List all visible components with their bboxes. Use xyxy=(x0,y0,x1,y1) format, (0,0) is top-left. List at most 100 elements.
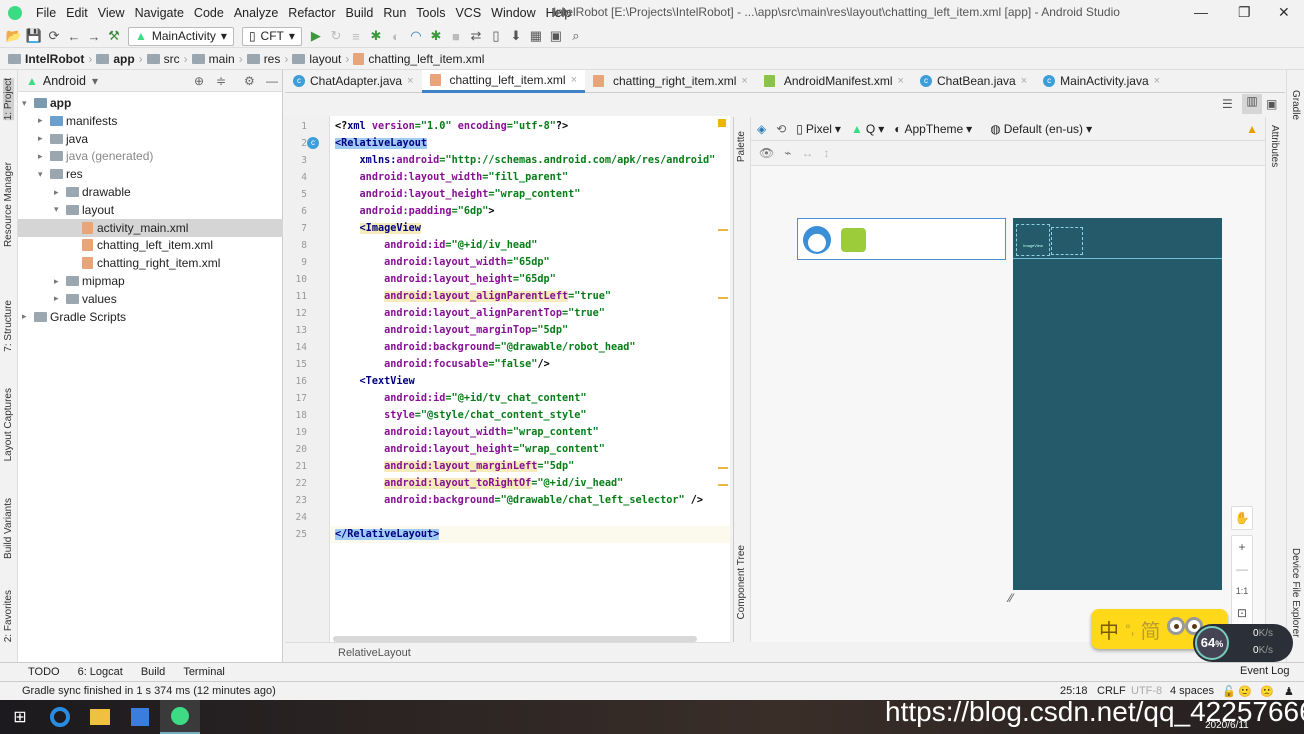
avd-manager-icon[interactable]: ▯ xyxy=(486,28,506,44)
gear-icon[interactable]: ⚙ xyxy=(244,74,255,88)
tool-event-log[interactable]: Event Log xyxy=(1238,664,1292,678)
sync-icon[interactable]: ⟳ xyxy=(44,28,64,44)
vs-app-icon[interactable] xyxy=(120,700,160,734)
editor-breadcrumb[interactable]: RelativeLayout xyxy=(285,642,730,662)
minimize-button[interactable]: — xyxy=(1194,4,1208,20)
menu-edit[interactable]: Edit xyxy=(66,6,88,20)
hide-icon[interactable]: — xyxy=(266,74,278,88)
code-line[interactable]: android:layout_width="wrap_content" xyxy=(335,424,599,441)
tool-terminal[interactable]: Terminal xyxy=(183,666,225,678)
close-icon[interactable]: × xyxy=(1021,75,1027,87)
device-select[interactable]: ▯ Pixel ▾ xyxy=(796,122,841,136)
zoom-fit-icon[interactable]: ⊡ xyxy=(1232,602,1252,624)
tree-item[interactable]: ▸ mipmap xyxy=(18,272,283,290)
breadcrumb-item[interactable]: chatting_left_item.xml xyxy=(368,52,484,66)
orientation-icon[interactable]: ⟲ xyxy=(776,122,786,136)
menu-vcs[interactable]: VCS xyxy=(455,6,481,20)
code-line[interactable]: android:layout_marginLeft="5dp" xyxy=(335,458,574,475)
tab-mainactivity-java[interactable]: c MainActivity.java × xyxy=(1035,70,1168,93)
search-icon[interactable]: ⌕ xyxy=(566,28,586,44)
eye-icon[interactable]: 👁 xyxy=(759,146,774,160)
expand-arrow-icon[interactable]: ▸ xyxy=(38,151,50,162)
tree-item[interactable]: ▸ java xyxy=(18,130,283,148)
close-icon[interactable]: × xyxy=(407,75,413,87)
project-view-select[interactable]: Android xyxy=(43,74,86,88)
breadcrumb-item[interactable]: IntelRobot xyxy=(25,52,84,66)
expand-arrow-icon[interactable]: ▾ xyxy=(38,169,50,180)
warning-icon[interactable]: ▲ xyxy=(1246,122,1258,136)
hammer-build-icon[interactable]: ⚒ xyxy=(104,28,124,44)
tree-item[interactable]: activity_main.xml xyxy=(18,218,283,237)
menu-build[interactable]: Build xyxy=(346,6,374,20)
menu-navigate[interactable]: Navigate xyxy=(135,6,184,20)
tree-item[interactable]: ▾ res xyxy=(18,165,283,183)
code-line[interactable]: android:layout_width="65dp" xyxy=(335,254,550,271)
menu-window[interactable]: Window xyxy=(491,6,535,20)
breadcrumb-item[interactable]: app xyxy=(113,52,134,66)
coverage-icon[interactable]: ◐ xyxy=(386,29,406,44)
code-line[interactable]: android:background="@drawable/robot_head… xyxy=(335,339,635,356)
tool-resource-manager[interactable]: Resource Manager xyxy=(3,162,14,247)
tree-item[interactable]: ▸ drawable xyxy=(18,183,283,201)
theme-select[interactable]: ◐ AppTheme ▾ xyxy=(894,122,972,136)
code-line[interactable]: android:layout_marginTop="5dp" xyxy=(335,322,568,339)
browser-icon[interactable] xyxy=(40,700,80,734)
code-line[interactable]: android:id="@+id/iv_head" xyxy=(335,237,537,254)
sdk-manager-icon[interactable]: ⬇ xyxy=(506,28,526,44)
split-view-icon[interactable]: ▥ xyxy=(1242,94,1262,114)
tool-todo[interactable]: TODO xyxy=(28,666,60,678)
code-line[interactable]: android:layout_height="wrap_content" xyxy=(335,186,581,203)
component-tree-tab[interactable]: Component Tree xyxy=(736,545,747,620)
tool-favorites[interactable]: 2: Favorites xyxy=(3,590,14,642)
tab-chatting-left-item-xml[interactable]: chatting_left_item.xml × xyxy=(421,69,585,93)
tab-chatbean-java[interactable]: c ChatBean.java × xyxy=(912,70,1035,93)
attach-debugger-icon[interactable]: ✱ xyxy=(426,28,446,44)
expand-arrow-icon[interactable]: ▸ xyxy=(54,293,66,304)
status-message[interactable]: Gradle sync finished in 1 s 374 ms (12 m… xyxy=(22,685,276,697)
breadcrumb-item[interactable]: res xyxy=(264,52,281,66)
layout-inspector-icon[interactable]: ▣ xyxy=(546,28,566,44)
warning-stripe-marker[interactable] xyxy=(718,229,728,231)
code-line[interactable]: <TextView xyxy=(335,373,415,390)
expand-arrow-icon[interactable]: ▾ xyxy=(22,98,34,109)
device-select[interactable]: ▯ CFT ▾ xyxy=(241,26,302,46)
tree-item[interactable]: ▸ Gradle Scripts xyxy=(18,308,283,326)
tree-item[interactable]: ▸ manifests xyxy=(18,112,283,130)
code-line[interactable]: <ImageView xyxy=(335,220,421,237)
tab-androidmanifest-xml[interactable]: AndroidManifest.xml × xyxy=(756,70,912,93)
palette-tab[interactable]: Palette xyxy=(736,131,747,162)
apply-code-icon[interactable]: ≡ xyxy=(346,29,366,44)
tree-item[interactable]: chatting_right_item.xml xyxy=(18,254,283,272)
gradle-sync-icon[interactable]: ⇄ xyxy=(466,28,486,44)
layers-icon[interactable]: ◈ xyxy=(757,122,766,136)
close-icon[interactable]: × xyxy=(571,74,577,86)
code-view-icon[interactable]: ☰ xyxy=(1222,97,1233,111)
ime-punct[interactable]: °, xyxy=(1125,621,1135,637)
apply-changes-icon[interactable]: ↻ xyxy=(326,28,346,44)
locate-icon[interactable]: ⊕ xyxy=(194,74,204,88)
close-icon[interactable]: × xyxy=(1154,75,1160,87)
resize-handle-icon[interactable]: ⁄⁄ xyxy=(1009,591,1013,605)
api-select[interactable]: ▲ Q ▾ xyxy=(851,122,884,136)
expand-arrow-icon[interactable]: ▸ xyxy=(38,133,50,144)
code-line[interactable]: android:padding="6dp"> xyxy=(335,203,495,220)
vertical-expand-icon[interactable]: ↕ xyxy=(823,146,829,160)
tree-item[interactable]: chatting_left_item.xml xyxy=(18,236,283,254)
code-line[interactable]: android:id="@+id/tv_chat_content" xyxy=(335,390,586,407)
class-gutter-icon[interactable]: c xyxy=(307,137,319,149)
design-preview[interactable] xyxy=(797,218,1006,260)
warning-stripe-marker[interactable] xyxy=(718,297,728,299)
close-icon[interactable]: × xyxy=(898,75,904,87)
expand-arrow-icon[interactable]: ▸ xyxy=(54,276,66,287)
code-editor[interactable]: 1 2 3 4 5 6 7 8 9 10 11 12 13 14 15 16 17 18 19 20 21 22 23 24 2… xyxy=(285,116,730,642)
android-studio-taskbar-icon[interactable] xyxy=(160,700,200,734)
debug-icon[interactable]: ✱ xyxy=(366,28,386,44)
code-line[interactable]: style="@style/chat_content_style" xyxy=(335,407,586,424)
tree-item[interactable]: ▸ java (generated) xyxy=(18,147,283,165)
menu-view[interactable]: View xyxy=(98,6,125,20)
menu-tools[interactable]: Tools xyxy=(416,6,445,20)
expand-arrow-icon[interactable]: ▸ xyxy=(22,311,34,322)
maximize-button[interactable]: ❐ xyxy=(1238,4,1251,21)
code-line[interactable]: </RelativeLayout> xyxy=(335,526,440,543)
project-structure-icon[interactable]: ▦ xyxy=(526,28,546,44)
